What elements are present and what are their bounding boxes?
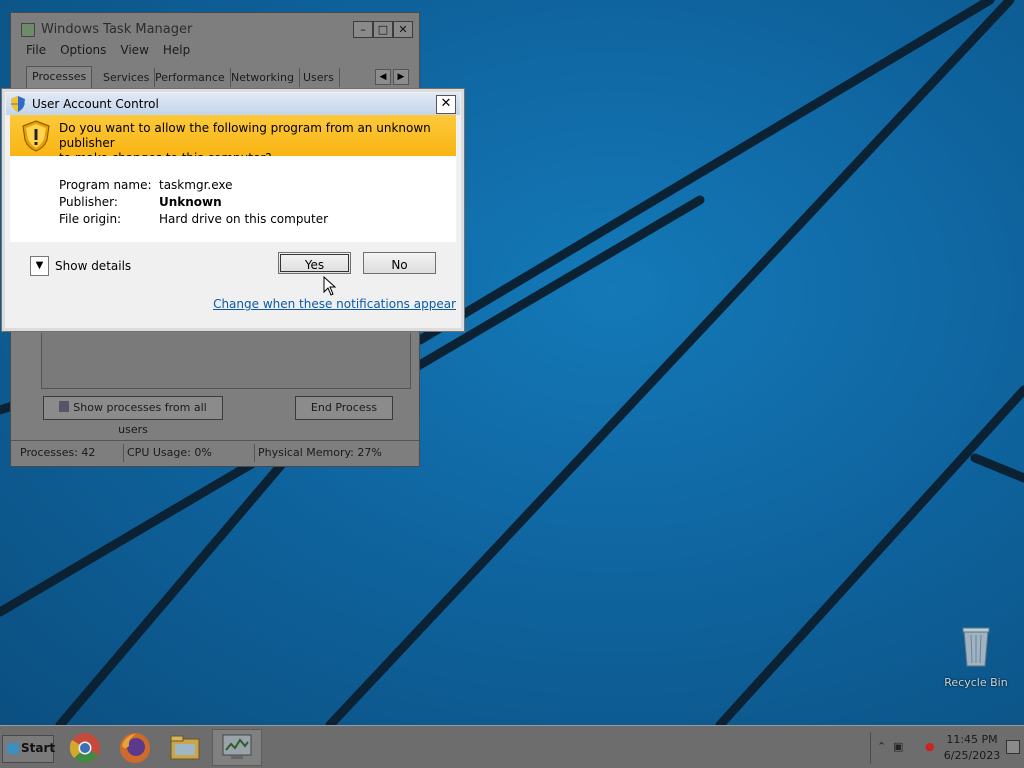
desktop-background: Windows Task Manager – □ ✕ File Options … — [0, 0, 1024, 725]
status-processes: Processes: 42 — [20, 446, 96, 459]
no-button[interactable]: No — [363, 252, 436, 274]
status-cpu: CPU Usage: 0% — [127, 446, 212, 459]
uac-dialog: User Account Control ✕ Do you want to al… — [1, 88, 465, 332]
notification-alert-icon[interactable]: ● — [925, 740, 935, 753]
uac-footer: ▼ Show details Yes No Change when these … — [10, 242, 456, 325]
chevron-down-icon: ▼ — [35, 260, 44, 271]
clock-date: 6/25/2023 — [943, 749, 1001, 762]
windows-logo-icon — [7, 743, 19, 754]
show-details-label[interactable]: Show details — [55, 259, 131, 273]
tab-scroll-left-icon[interactable]: ◀ — [375, 69, 391, 85]
recycle-bin-icon — [962, 627, 990, 667]
uac-question-line1: Do you want to allow the following progr… — [59, 121, 431, 150]
close-button[interactable]: ✕ — [436, 95, 456, 114]
tab-services[interactable]: Services — [98, 68, 156, 87]
change-notifications-link[interactable]: Change when these notifications appear — [213, 297, 456, 311]
taskbar: Start ⌃ ▣ ● 11:45 PM 6/25/2023 — [0, 725, 1024, 768]
show-hidden-icons-icon[interactable]: ⌃ — [877, 740, 886, 753]
close-button[interactable]: ✕ — [393, 21, 413, 38]
menu-file[interactable]: File — [26, 43, 46, 61]
start-button[interactable]: Start — [2, 735, 56, 763]
task-manager-icon — [222, 734, 252, 759]
task-manager-titlebar[interactable]: Windows Task Manager – □ ✕ — [11, 13, 419, 43]
show-processes-label: Show processes from all users — [73, 401, 207, 436]
yes-button[interactable]: Yes — [278, 252, 351, 274]
minimize-button[interactable]: – — [353, 21, 373, 38]
show-desktop-button[interactable] — [1006, 740, 1020, 754]
program-name-label: Program name: — [59, 178, 152, 192]
publisher-value: Unknown — [159, 195, 222, 209]
maximize-button[interactable]: □ — [373, 21, 393, 38]
tab-networking[interactable]: Networking — [226, 68, 300, 87]
show-processes-all-users-button[interactable]: Show processes from all users — [43, 396, 223, 436]
task-manager-title: Windows Task Manager — [41, 22, 193, 37]
taskbar-active-task-manager[interactable] — [212, 729, 262, 766]
start-label: Start — [21, 741, 56, 755]
uac-titlebar[interactable]: User Account Control ✕ — [6, 93, 460, 115]
warning-shield-icon — [22, 120, 50, 152]
tab-users[interactable]: Users — [298, 68, 340, 87]
publisher-label: Publisher: — [59, 195, 118, 209]
file-origin-value: Hard drive on this computer — [159, 212, 329, 226]
process-list[interactable] — [41, 333, 411, 389]
menu-help[interactable]: Help — [163, 43, 190, 61]
tab-processes[interactable]: Processes — [26, 66, 93, 88]
network-icon[interactable]: ▣ — [893, 740, 903, 753]
menu-view[interactable]: View — [120, 43, 148, 61]
task-manager-tabs: Processes Services Performance Networkin… — [26, 66, 411, 89]
status-bar: Processes: 42 CPU Usage: 0% Physical Mem… — [11, 440, 419, 465]
menu-options[interactable]: Options — [60, 43, 106, 61]
clock[interactable]: 11:45 PM 6/25/2023 — [940, 732, 1004, 764]
tab-performance[interactable]: Performance — [150, 68, 231, 87]
tab-scroll-right-icon[interactable]: ▶ — [393, 69, 409, 85]
end-process-button[interactable]: End Process — [295, 396, 393, 420]
mouse-cursor-icon — [323, 276, 337, 296]
task-manager-app-icon — [21, 23, 35, 37]
clock-time: 11:45 PM — [946, 733, 998, 746]
show-details-toggle[interactable]: ▼ — [30, 256, 49, 276]
file-origin-label: File origin: — [59, 212, 122, 226]
recycle-bin-shortcut[interactable]: Recycle Bin — [938, 625, 1014, 689]
chrome-icon[interactable] — [68, 731, 102, 765]
task-manager-menubar: File Options View Help — [26, 43, 190, 61]
uac-shield-icon — [11, 96, 25, 112]
system-tray: ⌃ ▣ ● — [870, 732, 941, 764]
file-explorer-icon[interactable] — [168, 731, 202, 765]
program-name-value: taskmgr.exe — [159, 178, 233, 192]
uac-warning-banner: Do you want to allow the following progr… — [10, 115, 456, 165]
uac-program-info: Program name: taskmgr.exe Publisher: Unkno… — [10, 156, 456, 242]
recycle-bin-label: Recycle Bin — [944, 676, 1008, 689]
status-memory: Physical Memory: 27% — [258, 446, 382, 459]
uac-title: User Account Control — [32, 97, 159, 111]
firefox-icon[interactable] — [118, 731, 152, 765]
shield-icon — [59, 401, 70, 412]
